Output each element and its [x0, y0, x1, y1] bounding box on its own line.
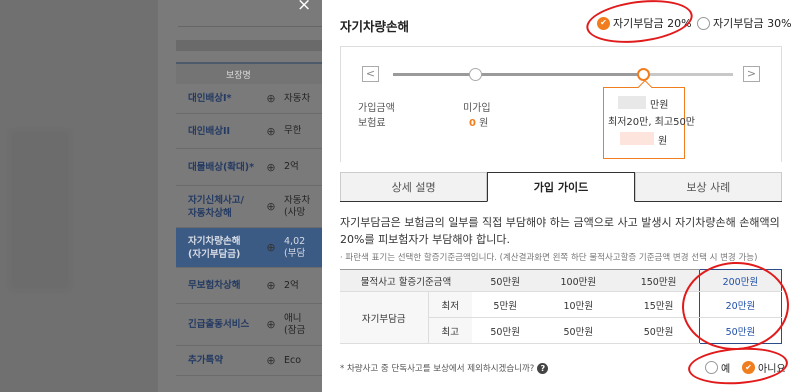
- coverage-value: 4,02 (부담: [284, 235, 306, 259]
- blurred-premium: [620, 132, 654, 145]
- table-column-header: 100만원: [538, 269, 619, 292]
- selected-range: 최저20만, 최고50만: [608, 117, 696, 128]
- table-row: 자기부담금 최저 5만원 10만원 15만원 20만원: [340, 291, 783, 344]
- yes-option[interactable]: 예: [705, 360, 730, 375]
- table-header-row: 물적사고 할증기준금액 50만원 100만원 150만원 200만원: [340, 269, 783, 292]
- plus-circle-icon[interactable]: ⊕: [262, 200, 280, 213]
- no-option[interactable]: ✔ 아니요: [742, 360, 786, 375]
- modal-title: 자기차량손해: [340, 19, 410, 34]
- slider-next-button[interactable]: >: [743, 66, 760, 82]
- premium-label: 보험료: [358, 118, 386, 129]
- table-cell: 10만원: [538, 291, 619, 318]
- coverage-row[interactable]: 긴급출동서비스 ⊕ 애니 (잠금: [176, 304, 336, 346]
- plus-circle-icon[interactable]: ⊕: [262, 241, 280, 254]
- deductible-30-option[interactable]: 자기부담금 30%: [697, 15, 792, 31]
- premium-zero: 0: [469, 118, 476, 129]
- plus-circle-icon[interactable]: ⊕: [262, 125, 280, 138]
- close-icon[interactable]: ×: [297, 0, 311, 14]
- deductible-table: 물적사고 할증기준금액 50만원 100만원 150만원 200만원 자기부담금…: [340, 269, 783, 344]
- option-label: 자기부담금 20%: [613, 17, 692, 30]
- tab-bar: 상세 설명 가입 가이드 보상 사례: [340, 172, 782, 202]
- radio-unchecked-icon[interactable]: [697, 16, 710, 30]
- tab-detail[interactable]: 상세 설명: [340, 172, 488, 201]
- table-column-header: 150만원: [618, 269, 700, 292]
- table-column-header-selected: 200만원: [698, 269, 783, 292]
- radio-checked-icon[interactable]: ✔: [597, 16, 610, 30]
- table-cell-selected: 50만원: [698, 317, 783, 344]
- left-blurred-area: [0, 0, 158, 392]
- coverage-value: 2억: [284, 161, 299, 172]
- plus-circle-icon[interactable]: ⊕: [262, 161, 280, 174]
- plus-circle-icon[interactable]: ⊕: [262, 279, 280, 292]
- coverage-name: 대인배상II: [188, 125, 231, 137]
- coverage-row[interactable]: 대인배상II ⊕ 무한: [176, 114, 336, 149]
- slider-track-fill: [393, 73, 643, 76]
- join-amount-label: 가입금액: [358, 103, 395, 114]
- blurred-header: [176, 40, 336, 51]
- coverage-value: Eco: [284, 354, 302, 366]
- won-unit: 원: [479, 118, 489, 129]
- coverage-value: 자동차 (사망: [284, 194, 311, 218]
- coverage-value: 무한: [284, 125, 302, 136]
- row-group-label: 자기부담금: [340, 291, 428, 344]
- slider-stop-unjoined[interactable]: [469, 68, 482, 81]
- no-label: 아니요: [758, 364, 786, 375]
- table-header-label: 물적사고 할증기준금액: [340, 269, 472, 292]
- blue-note: · 파란색 표기는 선택한 할증기준금액입니다. (계산결과화면 왼쪽 하단 물…: [340, 253, 758, 263]
- unjoined-label: 미가입: [463, 103, 491, 114]
- unjoined-premium: 0 원: [469, 114, 488, 129]
- coverage-name: 대인배상I*: [188, 93, 232, 104]
- table-cell: 50만원: [618, 317, 700, 344]
- table-cell: 5만원: [472, 291, 539, 318]
- coverage-value: 애니 (잠금: [284, 312, 306, 336]
- plus-circle-icon[interactable]: ⊕: [262, 354, 280, 367]
- coverage-table-header: 보장명: [176, 62, 336, 84]
- coverage-name: 자기신체사고/ 자동차상해: [188, 194, 244, 219]
- selected-amount-unit: 만원: [650, 100, 669, 111]
- row-label: 최고: [427, 317, 472, 344]
- help-icon[interactable]: ?: [537, 362, 549, 374]
- coverage-row[interactable]: 대인배상I* ⊕ 자동차: [176, 84, 336, 114]
- coverage-name: 긴급출동서비스: [188, 319, 250, 330]
- coverage-detail-modal: 자기차량손해 ✔ 자기부담금 20% 자기부담금 30% < > 가입금액 보험…: [322, 0, 800, 392]
- table-column-header: 50만원: [472, 269, 539, 292]
- option-label: 자기부담금 30%: [713, 17, 792, 30]
- coverage-value: 자동차: [284, 92, 311, 104]
- table-cell: 50만원: [472, 317, 539, 344]
- table-cell-selected: 20만원: [698, 291, 783, 318]
- coverage-name: 대물배상(확대)*: [188, 161, 255, 173]
- row-label: 최저: [427, 291, 472, 318]
- coverage-value: 2억: [284, 279, 299, 291]
- divider: [178, 26, 338, 27]
- table-cell: 50만원: [538, 317, 619, 344]
- coverage-row[interactable]: 추가특약 ⊕ Eco: [176, 346, 336, 376]
- selected-premium-unit: 원: [658, 136, 668, 147]
- tab-cases[interactable]: 보상 사례: [634, 172, 782, 201]
- slider-handle[interactable]: [637, 68, 650, 81]
- yes-label: 예: [721, 364, 731, 375]
- exclusion-question: * 차량사고 중 단독사고를 보상에서 제외하시겠습니까? ?: [340, 362, 549, 374]
- plus-circle-icon[interactable]: ⊕: [262, 318, 280, 331]
- tab-guide[interactable]: 가입 가이드: [487, 172, 635, 202]
- coverage-row-active[interactable]: 자기차량손해 (자기부담금) ⊕ 4,02 (부담: [176, 228, 336, 268]
- coverage-name: 무보험차상해: [188, 280, 241, 291]
- plus-circle-icon[interactable]: ⊕: [262, 92, 280, 105]
- coverage-row[interactable]: 자기신체사고/ 자동차상해 ⊕ 자동차 (사망: [176, 186, 336, 228]
- selected-amount-box: 만원 최저20만, 최고50만 원: [603, 87, 696, 159]
- question-text: * 차량사고 중 단독사고를 보상에서 제외하시겠습니까?: [340, 364, 535, 374]
- slider-prev-button[interactable]: <: [362, 66, 379, 82]
- table-cell: 15만원: [618, 291, 700, 318]
- radio-checked-icon[interactable]: ✔: [742, 361, 755, 374]
- radio-unchecked-icon[interactable]: [705, 361, 718, 374]
- blurred-amount: [618, 96, 646, 109]
- amount-slider-panel: < > 가입금액 보험료 미가입 0 원 만원 최저20만, 최고50만 원: [340, 46, 782, 162]
- coverage-row[interactable]: 무보험차상해 ⊕ 2억: [176, 268, 336, 304]
- coverage-name: 자기차량손해 (자기부담금): [188, 235, 241, 260]
- description-text: 자기부담금은 보험금의 일부를 직접 부담해야 하는 금액으로 사고 발생시 자…: [340, 216, 780, 246]
- deductible-20-option[interactable]: ✔ 자기부담금 20%: [597, 15, 692, 31]
- coverage-table: 보장명 대인배상I* ⊕ 자동차 대인배상II ⊕ 무한 대물배상(확대)* ⊕…: [176, 62, 336, 376]
- coverage-name: 추가특약: [188, 355, 223, 366]
- coverage-row[interactable]: 대물배상(확대)* ⊕ 2억: [176, 149, 336, 186]
